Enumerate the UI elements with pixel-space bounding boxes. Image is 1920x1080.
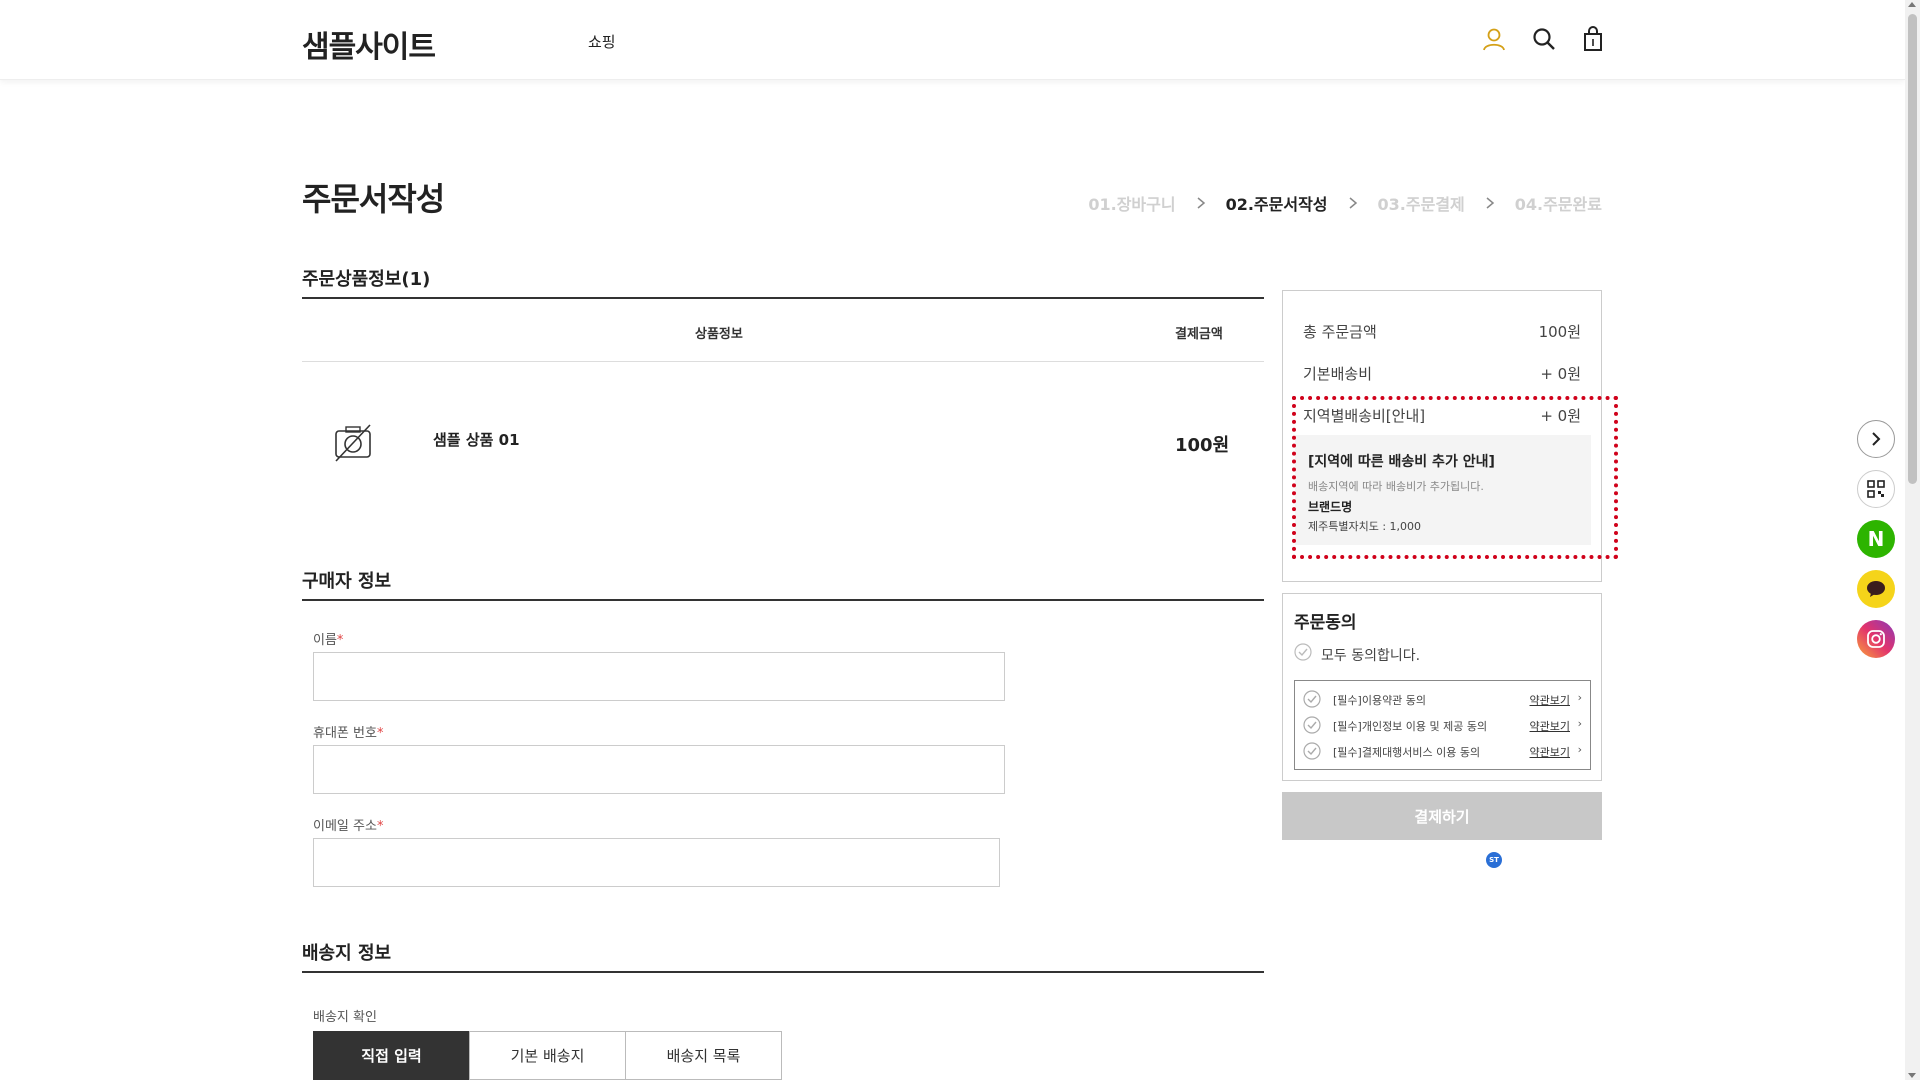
email-label-text: 이메일 주소 [313,819,377,834]
chevron-right-icon [1486,197,1494,209]
instagram-icon [1867,630,1885,648]
shipping-info-title: 배송지 정보 [302,943,392,964]
product-price: 100원 [1175,435,1230,456]
col-header-product: 상품정보 [695,327,743,342]
chevron-right-icon: › [1577,717,1582,730]
phone-field[interactable] [313,745,1005,794]
chevron-right-icon: › [1577,691,1582,704]
total-amount-row: 총 주문금액 100원 [1303,321,1581,342]
email-label: 이메일 주소* [313,815,383,834]
required-mark: * [376,819,384,834]
step-order-form: 02.주문서작성 [1225,195,1328,214]
base-shipping-row: 기본배송비 + 0원 [1303,363,1581,384]
section-divider [302,599,1264,601]
base-shipping-label: 기본배송비 [1303,365,1373,383]
order-steps: 01.장바구니 02.주문서작성 03.주문결제 04.주문완료 [1088,191,1602,215]
view-terms-link[interactable]: 약관보기 [1530,692,1570,708]
required-mark: * [376,726,384,741]
step-payment: 03.주문결제 [1377,195,1465,214]
step-cart: 01.장바구니 [1088,195,1176,214]
tab-direct-input[interactable]: 직접 입력 [313,1031,470,1080]
total-amount-value: 100원 [1538,323,1581,341]
agree-all-label[interactable]: 모두 동의합니다. [1321,645,1420,665]
check-circle-icon[interactable] [1303,716,1321,734]
page-scrollbar[interactable] [1905,0,1920,1080]
tab-default-address[interactable]: 기본 배송지 [469,1031,626,1080]
buyer-info-title: 구매자 정보 [302,571,392,592]
no-image-icon[interactable] [330,420,376,466]
page-title: 주문서작성 [302,180,445,218]
base-shipping-value: + 0원 [1540,365,1581,383]
col-header-price: 결제금액 [1175,327,1223,342]
check-circle-icon[interactable] [1303,742,1321,760]
name-field[interactable] [313,652,1005,701]
shipping-tabs: 직접 입력 기본 배송지 배송지 목록 [313,1031,782,1080]
agreement-title: 주문동의 [1294,613,1357,633]
kakaotalk-button[interactable] [1857,570,1895,608]
search-icon[interactable] [1531,26,1557,52]
site-header: 샘플사이트 쇼핑 [0,0,1905,80]
order-agreement: 주문동의 모두 동의합니다. [필수]이용약관 동의 약관보기 › [필수]개인… [1282,593,1602,781]
chevron-right-icon [1872,432,1881,446]
product-name[interactable]: 샘플 상품 01 [433,429,520,450]
phone-label: 휴대폰 번호* [313,722,383,741]
total-amount-label: 총 주문금액 [1303,323,1377,341]
user-icon[interactable] [1481,26,1507,52]
phone-label-text: 휴대폰 번호 [313,726,377,741]
view-privacy-link[interactable]: 약관보기 [1530,718,1570,734]
highlight-frame [1292,396,1618,559]
chevron-right-icon: › [1577,743,1582,756]
agreement-list: [필수]이용약관 동의 약관보기 › [필수]개인정보 이용 및 제공 동의 약… [1294,680,1591,770]
instagram-button[interactable] [1857,620,1895,658]
agree-payment-service-label: [필수]결제대행서비스 이용 동의 [1333,746,1481,759]
email-field[interactable] [313,838,1000,887]
site-logo[interactable]: 샘플사이트 [302,22,436,66]
name-label: 이름* [313,629,343,648]
table-header-divider [302,361,1264,362]
tab-address-list[interactable]: 배송지 목록 [625,1031,782,1080]
nav-shopping[interactable]: 쇼핑 [588,31,616,52]
step-complete: 04.주문완료 [1514,195,1602,214]
check-circle-icon[interactable] [1303,690,1321,708]
shipping-confirm-label: 배송지 확인 [313,1010,377,1025]
naver-button[interactable]: N [1857,520,1895,558]
shopping-bag-icon[interactable] [1580,26,1606,52]
st-badge-icon[interactable]: ST [1486,852,1502,868]
order-items-title: 주문상품정보(1) [302,269,431,290]
check-circle-icon[interactable] [1294,643,1312,661]
scroll-thumb[interactable] [1908,14,1917,484]
agree-privacy-label: [필수]개인정보 이용 및 제공 동의 [1333,720,1488,733]
qr-code-button[interactable] [1857,470,1895,508]
chevron-right-icon [1349,197,1357,209]
chat-bubble-icon [1867,581,1885,597]
section-divider [302,297,1264,299]
agree-terms-label: [필수]이용약관 동의 [1333,694,1427,707]
name-label-text: 이름 [313,633,337,648]
section-divider [302,971,1264,973]
required-mark: * [336,633,344,648]
expand-arrow-button[interactable] [1857,420,1895,458]
scroll-up-arrow[interactable] [1908,2,1916,7]
scroll-down-arrow[interactable] [1908,1073,1916,1078]
chevron-right-icon [1197,197,1205,209]
qr-code-icon [1867,480,1885,498]
pay-button[interactable]: 결제하기 [1282,792,1602,840]
view-payment-terms-link[interactable]: 약관보기 [1530,744,1570,760]
